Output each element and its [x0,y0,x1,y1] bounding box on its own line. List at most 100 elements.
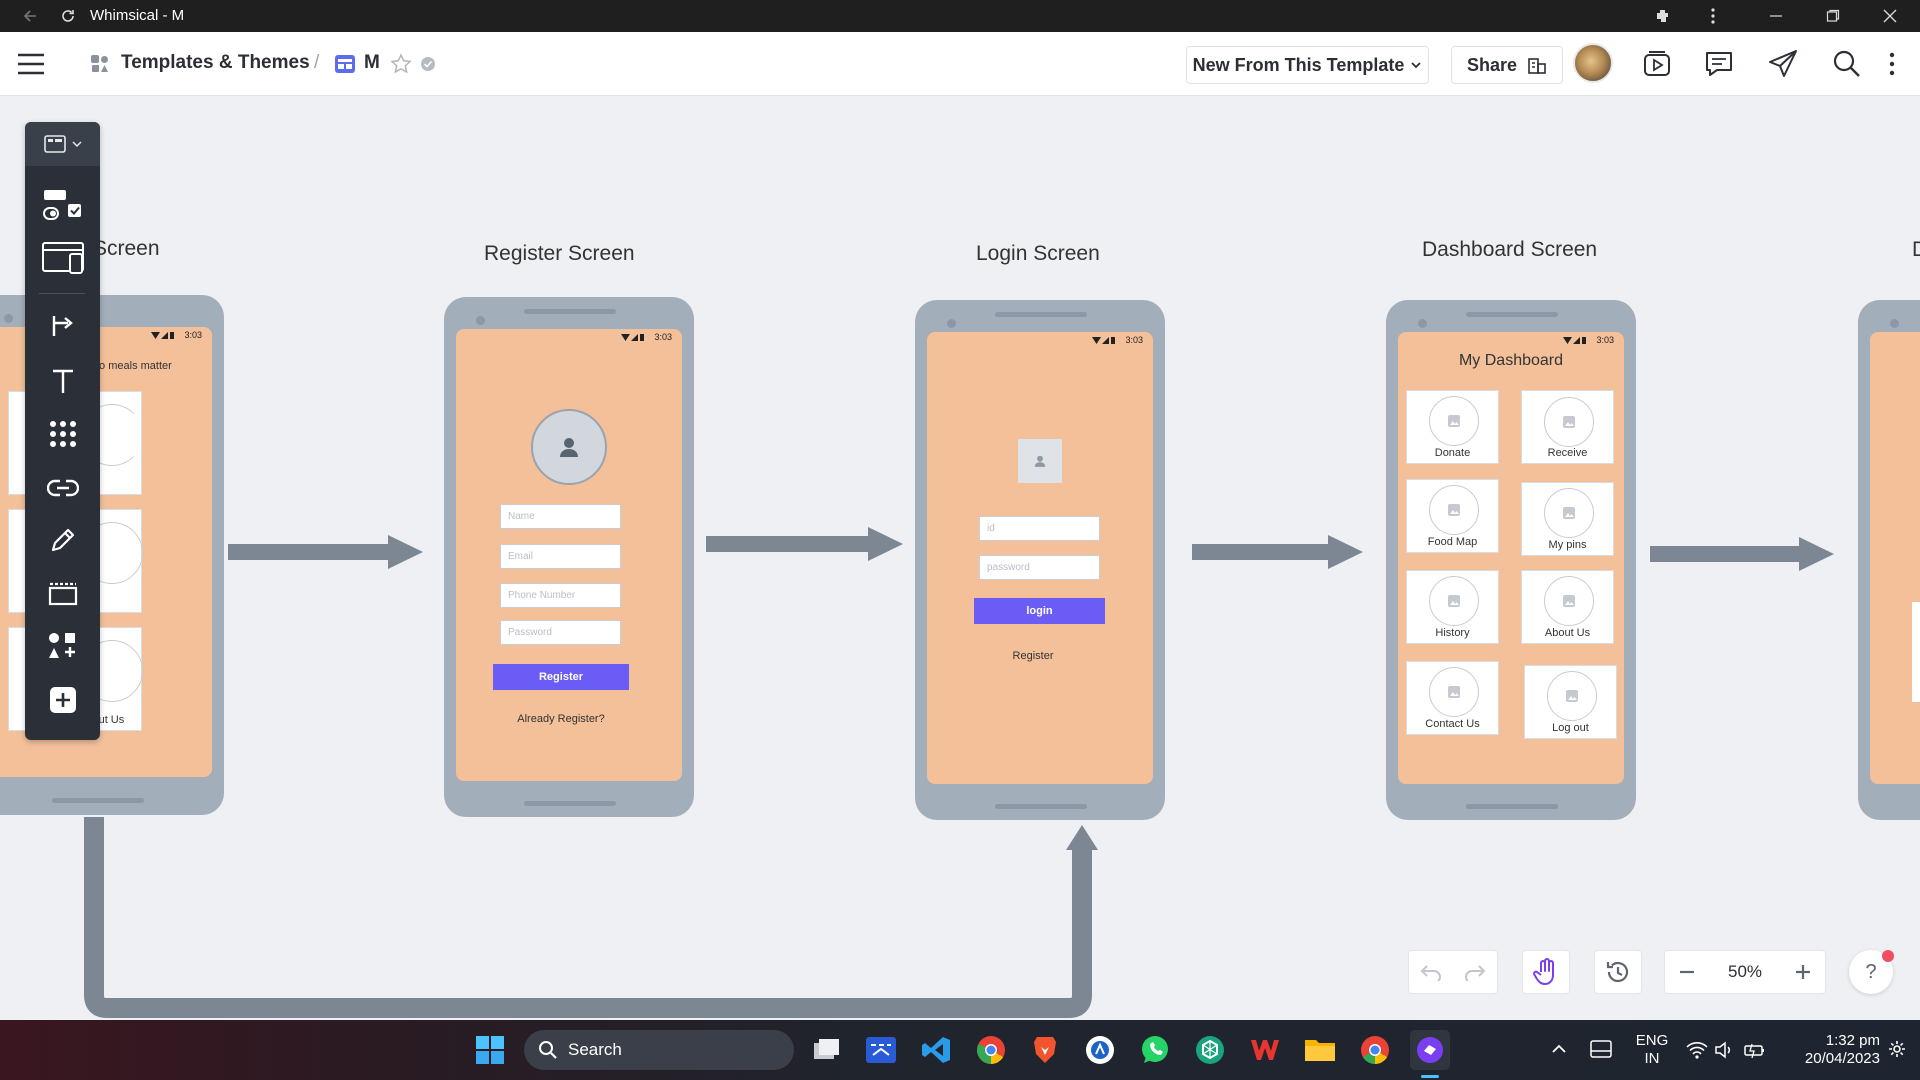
new-from-template-label: New From This Template [1192,54,1405,75]
chatgpt-icon[interactable] [1190,1030,1230,1070]
restore-icon[interactable] [1813,0,1853,32]
zoom-in-icon[interactable] [1781,950,1825,994]
flow-arrow [228,535,423,569]
contact-us-tile[interactable]: Contact Us [1406,661,1499,735]
undo-icon[interactable] [1409,950,1453,994]
user-avatar[interactable] [1573,43,1613,83]
login-button[interactable]: login [974,598,1105,624]
clock-time: 1:32 pm [1825,1032,1880,1049]
canvas[interactable]: Screen 3:03 to meals matter n ster About… [0,97,1920,1020]
kebab-menu-icon[interactable] [1872,32,1912,96]
brave-icon[interactable] [1025,1030,1065,1070]
password-field[interactable]: Password [500,620,621,645]
more-options-icon[interactable] [1693,0,1733,32]
connector-icon[interactable] [25,305,100,349]
login-phone-frame[interactable]: 3:03 id password login Register [915,300,1165,820]
donate-tile[interactable]: Donate [1406,390,1499,464]
document-title[interactable]: M [364,52,380,74]
history-tile[interactable]: History [1406,570,1499,644]
extensions-icon[interactable] [1643,0,1683,32]
dashboard-phone-frame[interactable]: 3:03 My Dashboard Donate Receive Food Ma… [1386,300,1636,820]
search-icon[interactable] [1820,32,1874,96]
image-icon [1566,690,1578,702]
chrome-icon[interactable] [971,1030,1011,1070]
settings-gear-icon[interactable] [1888,1040,1906,1058]
hand-tool-icon[interactable] [1522,950,1570,994]
log-out-tile[interactable]: Log out [1524,665,1617,739]
language-indicator[interactable]: ENG IN [1632,1032,1672,1068]
battery-icon[interactable] [1744,1041,1766,1059]
pencil-icon[interactable] [25,518,100,562]
clock[interactable]: 1:32 pm 20/04/2023 [1780,1032,1880,1068]
dashboard-phone-screen: 3:03 My Dashboard Donate Receive Food Ma… [1398,332,1624,784]
send-icon[interactable] [1756,32,1810,96]
back-icon[interactable] [10,0,50,32]
window-title: Whimsical - M [90,7,185,24]
reload-icon[interactable] [48,0,88,32]
register-screen-title: Register Screen [484,242,635,265]
status-bar: 3:03 [621,332,672,342]
icons-grid-icon[interactable] [25,412,100,456]
register-link[interactable]: Register [927,650,1139,662]
close-icon[interactable] [1870,0,1910,32]
password-field[interactable]: password [979,555,1100,580]
clock-date: 20/04/2023 [1804,1050,1880,1067]
food-map-tile[interactable]: Food Map [1406,479,1499,553]
name-field[interactable]: Name [500,504,621,529]
present-icon[interactable] [1630,32,1684,96]
file-explorer-icon[interactable] [1300,1030,1340,1070]
phone-number-field[interactable]: Phone Number [500,583,621,608]
receive-tile[interactable]: Receive [1521,390,1614,464]
version-history-icon[interactable] [1594,950,1642,994]
insert-components-icon[interactable] [25,624,100,668]
section-icon[interactable] [25,571,100,615]
building-icon [1528,58,1546,74]
map-fragment [1912,602,1920,702]
first-screen-tagline: to meals matter [96,360,172,372]
my-pins-tile[interactable]: My pins [1521,482,1614,556]
email-field[interactable]: Email [500,544,621,569]
add-more-icon[interactable] [25,678,100,722]
wifi-icon[interactable] [1686,1041,1708,1059]
user-placeholder-icon [1018,439,1062,483]
id-field[interactable]: id [979,516,1100,541]
zoom-out-icon[interactable] [1665,950,1709,994]
volume-icon[interactable] [1714,1041,1736,1059]
active-app-indicator [1421,1075,1439,1078]
already-register-link[interactable]: Already Register? [456,713,666,725]
ui-elements-icon[interactable] [25,183,100,227]
whatsapp-icon[interactable] [1135,1030,1175,1070]
about-us-tile[interactable]: About Us [1521,570,1614,644]
tablet-mode-icon[interactable] [1590,1040,1612,1058]
taskbar-search-box[interactable]: Search [524,1030,794,1070]
redo-icon[interactable] [1453,950,1497,994]
image-icon [1448,415,1460,427]
star-icon[interactable] [390,53,412,75]
register-phone-frame[interactable]: 3:03 Name Email Phone Number Password Re… [444,297,694,817]
wps-office-icon[interactable] [1245,1030,1285,1070]
windows-start-icon[interactable] [470,1030,510,1070]
whimsical-app-icon[interactable] [1410,1030,1450,1070]
share-button[interactable]: Share [1451,46,1563,84]
app-icon[interactable] [1080,1030,1120,1070]
register-button[interactable]: Register [493,664,629,690]
tray-overflow-icon[interactable] [1551,1042,1567,1054]
vscode-icon[interactable] [916,1030,956,1070]
new-from-template-button[interactable]: New From This Template [1186,46,1429,84]
breadcrumb-templates-themes[interactable]: Templates & Themes [121,52,310,74]
dev-community-icon[interactable] [861,1030,901,1070]
device-frames-icon[interactable] [25,236,100,280]
task-view-icon[interactable] [806,1030,846,1070]
flow-arrow [1192,535,1363,569]
zoom-level[interactable]: 50% [1728,962,1762,982]
wireframe-type-dropdown[interactable] [25,122,100,166]
fifth-phone-screen [1870,332,1920,784]
fifth-phone-frame[interactable] [1858,300,1920,820]
minimize-icon[interactable] [1756,0,1796,32]
chrome-profile-icon[interactable] [1355,1030,1395,1070]
menu-icon[interactable] [16,52,46,76]
link-icon[interactable] [25,466,100,510]
comments-icon[interactable] [1692,32,1746,96]
image-icon [1448,504,1460,516]
text-tool-icon[interactable] [25,359,100,403]
